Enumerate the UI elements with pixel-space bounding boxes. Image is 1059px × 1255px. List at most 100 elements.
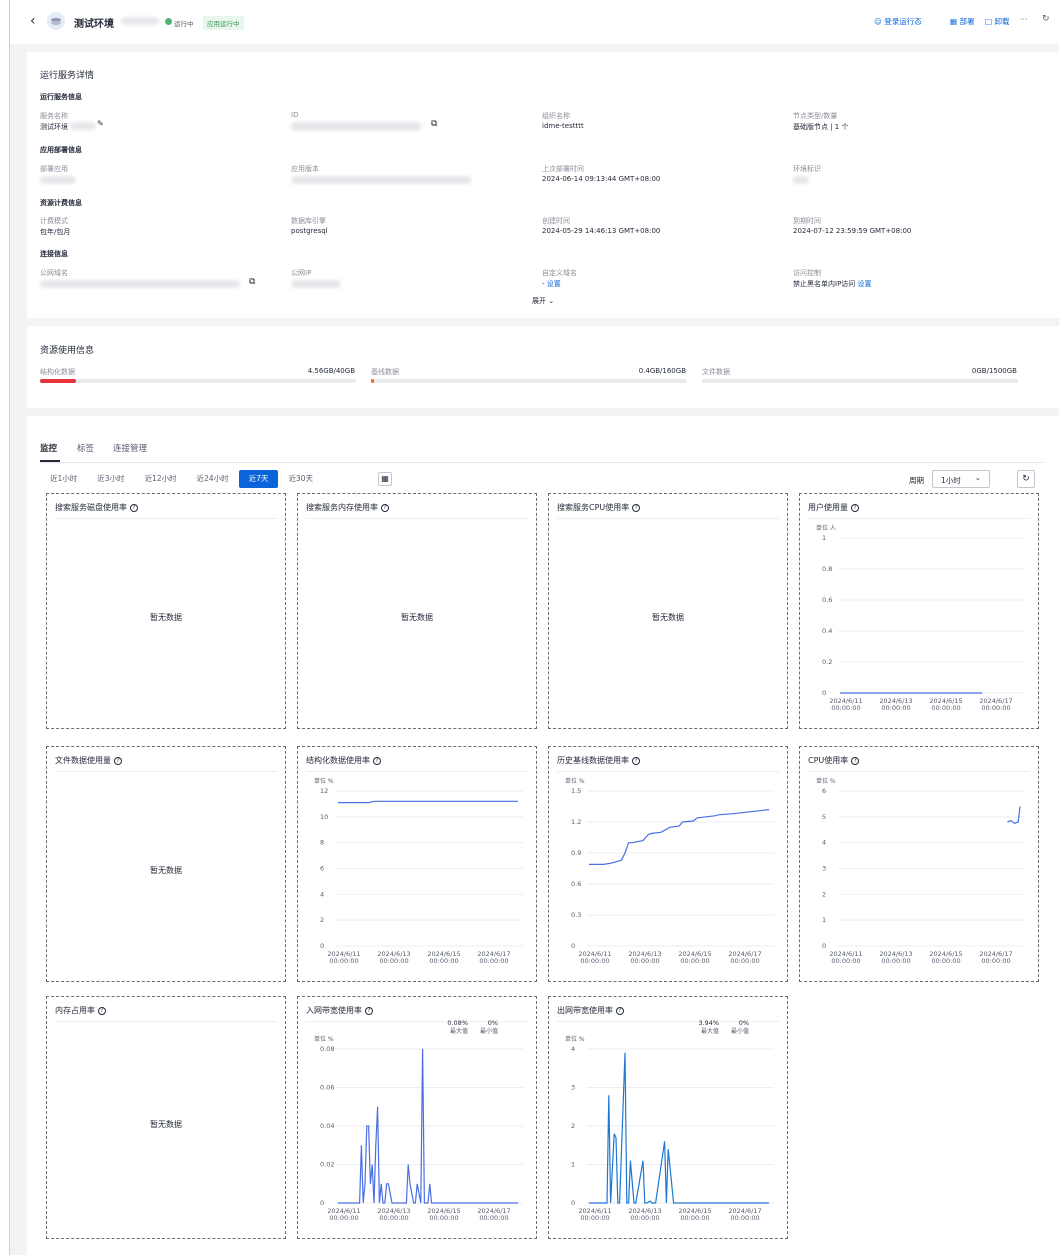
copy-icon[interactable]: ⧉ xyxy=(431,119,437,129)
chart-card: CPU使用率? 单位 % 6 5 4 3 2 1 0 2024/6/11 00:00:00 2024/… xyxy=(799,746,1039,982)
edit-icon[interactable]: ✎ xyxy=(97,119,104,128)
login-runtime-button[interactable]: ☺ 登录运行态 xyxy=(874,16,922,27)
y-tick-label: 12 xyxy=(320,787,328,795)
usage-value: 0.4GB/160GB xyxy=(638,367,686,375)
id-label: ID xyxy=(291,111,299,119)
chart-title-text: 搜索服务内存使用率 xyxy=(306,503,378,512)
app-version-label: 应用版本 xyxy=(291,165,319,173)
usage-title: 资源使用信息 xyxy=(40,346,95,356)
y-tick-label: 0.3 xyxy=(571,911,581,919)
ip-label: 公网IP xyxy=(291,269,312,277)
y-tick-label: 0.02 xyxy=(320,1161,334,1169)
x-tick-time: 00:00:00 xyxy=(630,1214,659,1222)
usage-bar-track xyxy=(40,379,356,383)
tab-monitor[interactable]: 监控 xyxy=(40,442,57,454)
help-icon[interactable]: ? xyxy=(130,503,138,512)
y-tick-label: 4 xyxy=(571,1045,575,1053)
user-icon: ☺ xyxy=(874,17,882,26)
domain-label: 公网域名 xyxy=(40,269,68,277)
tab-tags[interactable]: 标签 xyxy=(77,442,94,454)
chart-refresh-icon[interactable]: ↻ xyxy=(1017,470,1035,488)
y-tick-label: 0.8 xyxy=(822,565,832,573)
chart-title: 内存占用率? xyxy=(55,1005,106,1016)
x-tick-time: 00:00:00 xyxy=(329,957,358,965)
y-tick-label: 1 xyxy=(571,1161,575,1169)
service-details-card: 运行服务详情 运行服务信息 服务名称 测试环境 ✎ ID ⧉ 组织名称 idme… xyxy=(27,52,1059,318)
usage-label: 基线数据 xyxy=(371,368,399,376)
range-5[interactable]: 近30天 xyxy=(278,470,323,488)
service-name-value: 测试环境 xyxy=(40,123,68,131)
x-tick-time: 00:00:00 xyxy=(931,704,960,712)
chart-title-divider xyxy=(306,518,528,519)
range-4[interactable]: 近7天 xyxy=(238,470,279,488)
series-line xyxy=(589,1052,769,1204)
chart-card: 结构化数据使用率? 单位 % 12 10 8 6 4 2 0 2024/6/11 00:00:00 2… xyxy=(297,746,537,982)
org-label: 组织名称 xyxy=(542,112,570,120)
period-select[interactable]: 1小时 ⌄ xyxy=(932,470,990,488)
chart-title-text: 搜索服务CPU使用率 xyxy=(557,503,630,512)
service-logo-icon xyxy=(47,12,65,30)
section-deploy: 应用部署信息 xyxy=(40,146,82,154)
calendar-icon[interactable]: ▦ xyxy=(378,472,392,486)
page-title: 测试环境 xyxy=(74,19,114,30)
usage-bar-fill xyxy=(40,379,77,383)
chart-card: 入网带宽使用率? 单位 % 0.08% 最大值 0% 最小值 0.08 0.06 0.04 0.0… xyxy=(297,996,537,1239)
help-icon[interactable]: ? xyxy=(114,756,122,765)
status-text: 运行中 xyxy=(174,20,194,28)
chart-card: 内存占用率? 暂无数据 xyxy=(46,996,286,1239)
section-runtime: 运行服务信息 xyxy=(40,93,82,101)
back-icon[interactable]: ‹ xyxy=(30,13,36,29)
usage-value: 4.56GB/40GB xyxy=(307,367,355,375)
deploy-button[interactable]: ▦ 部署 xyxy=(950,16,974,27)
chart-title-text: 文件数据使用量 xyxy=(55,756,111,765)
y-tick-label: 0.06 xyxy=(320,1084,334,1092)
chart-title-divider xyxy=(55,1021,277,1022)
custom-domain-set-link[interactable]: 设置 xyxy=(547,280,561,288)
y-tick-label: 0.04 xyxy=(320,1122,334,1130)
status-badge: 应用运行中 xyxy=(203,16,244,30)
resource-usage-card: 资源使用信息 结构化数据 4.56GB/40GB 基线数据 0.4GB/160GB 文件… xyxy=(27,326,1059,408)
x-tick-time: 00:00:00 xyxy=(479,1214,508,1222)
chart-title-divider xyxy=(55,518,277,519)
range-2[interactable]: 近12小时 xyxy=(135,470,187,488)
y-tick-label: 6 xyxy=(822,787,826,795)
last-deploy-label: 上次部署时间 xyxy=(542,165,584,173)
access-set-link[interactable]: 设置 xyxy=(858,280,872,288)
redacted-id xyxy=(291,122,421,131)
range-1[interactable]: 近3小时 xyxy=(87,470,134,488)
copy-domain-icon[interactable]: ⧉ xyxy=(249,277,255,287)
help-icon[interactable]: ? xyxy=(98,1006,106,1015)
access-label: 访问控制 xyxy=(793,269,821,277)
refresh-icon[interactable]: ↻ xyxy=(1042,14,1050,24)
y-tick-label: 0.08 xyxy=(320,1045,334,1053)
node-label: 节点类型/数量 xyxy=(793,112,838,120)
help-icon[interactable]: ? xyxy=(381,503,389,512)
chart-svg: 单位 %0.08%最大值0%最小值0.080.060.040.0202024/6… xyxy=(314,1019,523,1222)
max-label: 最大值 xyxy=(701,1027,719,1035)
x-tick-time: 00:00:00 xyxy=(479,957,508,965)
usage-bar-track xyxy=(371,379,687,383)
y-tick-label: 0.4 xyxy=(822,627,832,635)
range-3[interactable]: 近24小时 xyxy=(187,470,239,488)
chart-title-divider xyxy=(557,518,779,519)
tab-connections[interactable]: 连接管理 xyxy=(113,442,147,454)
range-0[interactable]: 近1小时 xyxy=(40,470,87,488)
y-tick-label: 0 xyxy=(571,942,575,950)
usage-bar-fill xyxy=(371,379,374,383)
x-tick-time: 00:00:00 xyxy=(981,957,1010,965)
chart-card: 用户使用量? 单位 人 1 0.8 0.6 0.4 0.2 0 2024/6/11 00:00:0… xyxy=(799,493,1039,729)
y-tick-label: 2 xyxy=(822,890,826,898)
chart-card: 搜索服务磁盘使用率? 暂无数据 xyxy=(46,493,286,729)
y-tick-label: 0.2 xyxy=(822,658,832,666)
more-button[interactable]: ··· xyxy=(1020,15,1028,24)
y-tick-label: 1.5 xyxy=(571,787,581,795)
x-tick-time: 00:00:00 xyxy=(630,957,659,965)
uninstall-button[interactable]: □ 卸载 xyxy=(985,16,1009,27)
last-deploy-value: 2024-06-14 09:13:44 GMT+08:00 xyxy=(542,175,661,183)
expand-button[interactable]: 展开 ⌄ xyxy=(532,296,554,306)
no-data-text: 暂无数据 xyxy=(652,613,684,622)
unit-label: 单位 % xyxy=(565,777,585,785)
help-icon[interactable]: ? xyxy=(632,503,641,512)
series-line xyxy=(1007,806,1021,824)
expires-label: 到期时间 xyxy=(793,217,821,225)
